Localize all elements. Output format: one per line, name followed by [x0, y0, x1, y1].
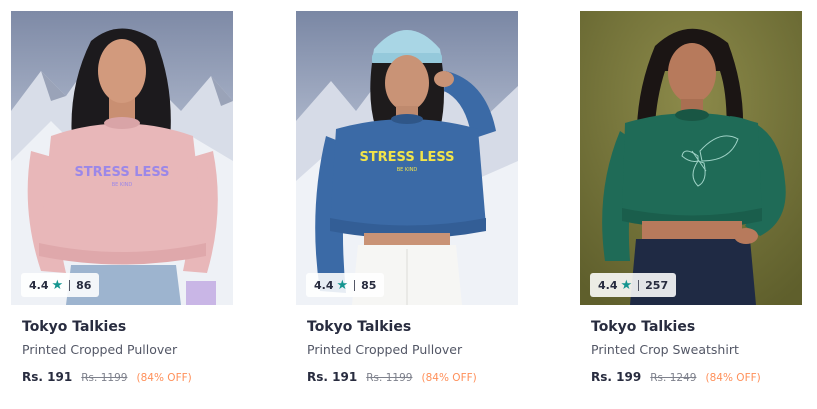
star-icon: ★: [51, 277, 64, 293]
svg-text:STRESS LESS: STRESS LESS: [74, 165, 169, 180]
product-card[interactable]: STRESS LESS BE KIND 4.4 ★ 86 Tokyo Talki…: [11, 11, 233, 386]
rating-divider: [638, 279, 640, 291]
product-discount: (84% OFF): [705, 372, 761, 384]
product-image[interactable]: 4.4 ★ 257: [580, 11, 802, 305]
product-photo-green-sweatshirt: [580, 11, 802, 305]
product-mrp: Rs. 1199: [81, 372, 128, 384]
product-grid: STRESS LESS BE KIND 4.4 ★ 86 Tokyo Talki…: [0, 0, 817, 409]
product-name[interactable]: Printed Cropped Pullover: [296, 341, 518, 359]
product-name[interactable]: Printed Cropped Pullover: [11, 341, 233, 359]
rating-value: 4.4: [29, 278, 49, 292]
product-brand[interactable]: Tokyo Talkies: [11, 318, 233, 336]
product-image[interactable]: STRESS LESS BE KIND 4.4 ★ 86: [11, 11, 233, 305]
star-icon: ★: [336, 277, 349, 293]
svg-text:STRESS LESS: STRESS LESS: [359, 150, 454, 165]
price-row: Rs. 191 Rs. 1199 (84% OFF): [11, 368, 233, 386]
svg-text:BE KIND: BE KIND: [112, 182, 133, 188]
price-row: Rs. 199 Rs. 1249 (84% OFF): [580, 368, 802, 386]
product-discount: (84% OFF): [421, 372, 477, 384]
product-price: Rs. 199: [591, 370, 642, 384]
product-mrp: Rs. 1199: [366, 372, 413, 384]
product-photo-pink-pullover: STRESS LESS BE KIND: [11, 11, 233, 305]
rating-divider: [69, 279, 71, 291]
product-card[interactable]: 4.4 ★ 257 Tokyo Talkies Printed Crop Swe…: [580, 11, 802, 386]
product-photo-blue-pullover: STRESS LESS BE KIND: [296, 11, 518, 305]
product-image[interactable]: STRESS LESS BE KIND 4.4 ★ 85: [296, 11, 518, 305]
product-brand[interactable]: Tokyo Talkies: [580, 318, 802, 336]
svg-text:BE KIND: BE KIND: [397, 167, 418, 173]
rating-count: 85: [361, 278, 377, 292]
product-price: Rs. 191: [22, 370, 73, 384]
rating-count: 86: [76, 278, 92, 292]
product-price: Rs. 191: [307, 370, 358, 384]
price-row: Rs. 191 Rs. 1199 (84% OFF): [296, 368, 518, 386]
product-brand[interactable]: Tokyo Talkies: [296, 318, 518, 336]
rating-count: 257: [645, 278, 669, 292]
rating-badge: 4.4 ★ 257: [590, 273, 677, 297]
product-card[interactable]: STRESS LESS BE KIND 4.4 ★ 85 Tokyo Talki…: [296, 11, 518, 386]
rating-value: 4.4: [598, 278, 618, 292]
rating-divider: [354, 279, 356, 291]
product-discount: (84% OFF): [136, 372, 192, 384]
rating-badge: 4.4 ★ 85: [306, 273, 385, 297]
product-name[interactable]: Printed Crop Sweatshirt: [580, 341, 802, 359]
rating-badge: 4.4 ★ 86: [21, 273, 100, 297]
star-icon: ★: [620, 277, 633, 293]
rating-value: 4.4: [314, 278, 334, 292]
product-mrp: Rs. 1249: [650, 372, 697, 384]
